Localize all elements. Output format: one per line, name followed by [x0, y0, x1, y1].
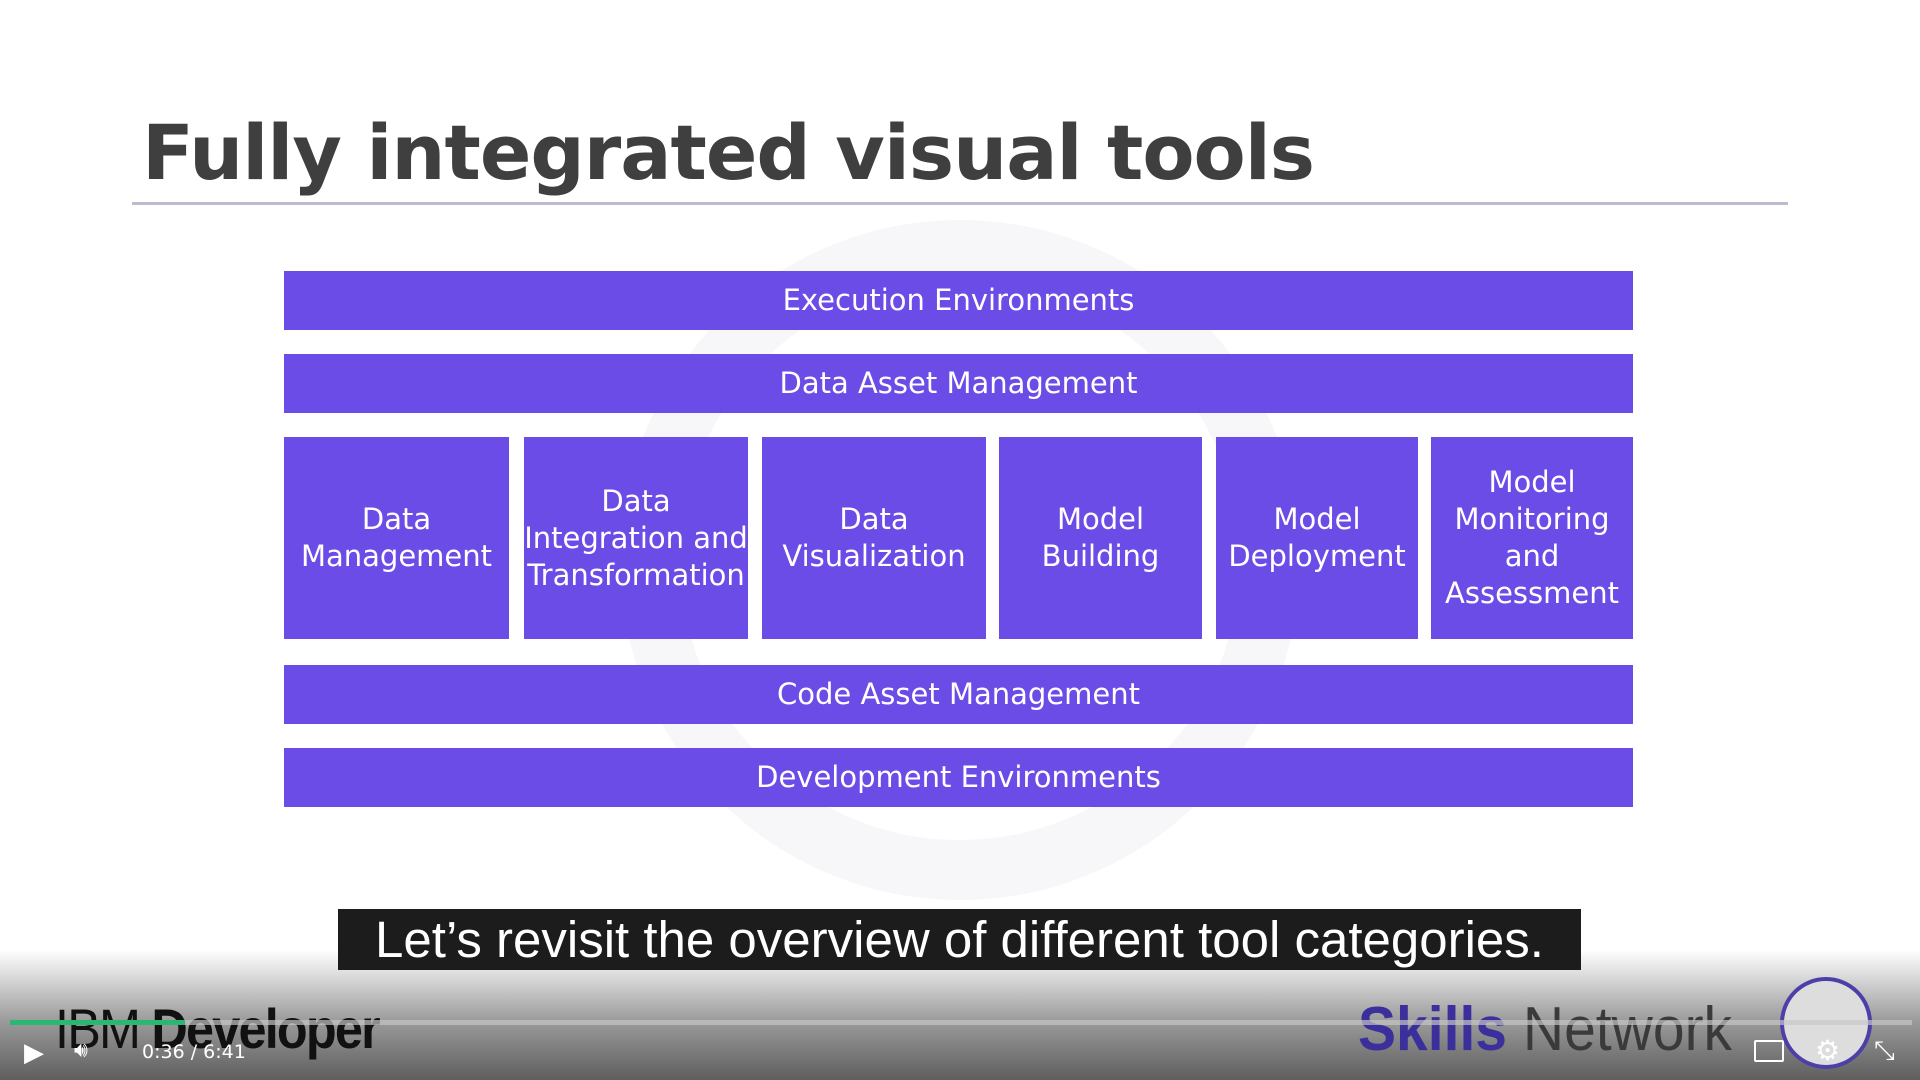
skills-network-logo: Skills Network: [1358, 995, 1733, 1064]
model-deployment-box: Model Deployment: [1216, 437, 1418, 639]
volume-icon[interactable]: 🔊︎: [74, 1038, 88, 1063]
data-asset-management-bar: Data Asset Management: [284, 354, 1633, 413]
model-monitoring-box: Model Monitoring and Assessment: [1431, 437, 1633, 639]
duration: 6:41: [203, 1041, 246, 1063]
execution-environments-bar: Execution Environments: [284, 271, 1633, 330]
current-time: 0:36: [142, 1041, 185, 1063]
exit-fullscreen-icon[interactable]: ⤡: [1874, 1036, 1895, 1067]
slide-title: Fully integrated visual tools: [142, 108, 1315, 197]
captions-icon[interactable]: [1754, 1040, 1784, 1062]
time-separator: /: [190, 1041, 198, 1063]
subtitle-caption: Let’s revisit the overview of different …: [338, 909, 1581, 970]
progress-bar[interactable]: [10, 1020, 1912, 1025]
progress-fill: [10, 1020, 185, 1025]
play-icon[interactable]: ▶: [24, 1038, 44, 1068]
time-display: 0:36 / 6:41: [142, 1041, 246, 1063]
title-divider: [132, 202, 1788, 205]
data-management-box: Data Management: [284, 437, 509, 639]
development-environments-bar: Development Environments: [284, 748, 1633, 807]
data-visualization-box: Data Visualization: [762, 437, 986, 639]
settings-gear-icon[interactable]: ⚙: [1815, 1034, 1840, 1067]
data-integration-box: Data Integration and Transformation: [524, 437, 748, 639]
model-building-box: Model Building: [999, 437, 1202, 639]
code-asset-management-bar: Code Asset Management: [284, 665, 1633, 724]
